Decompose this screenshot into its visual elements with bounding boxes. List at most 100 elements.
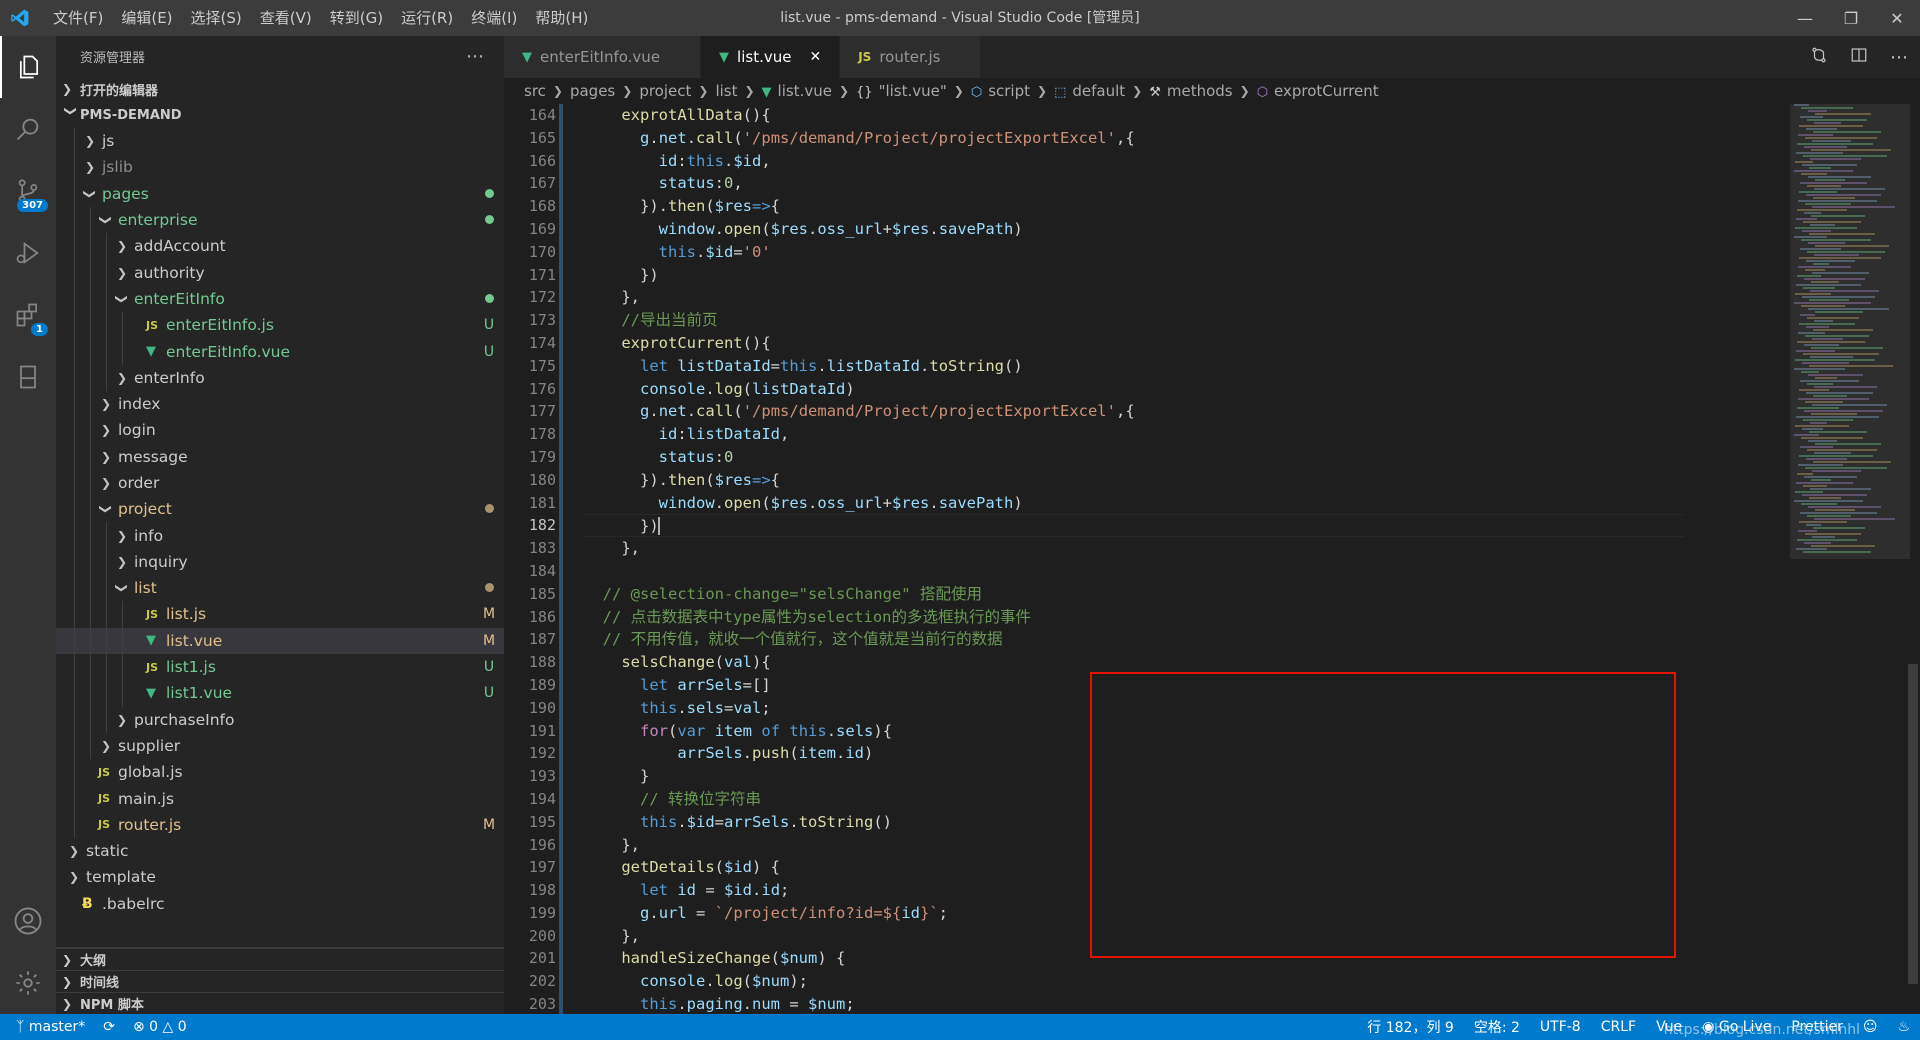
explorer-icon[interactable] — [0, 36, 56, 98]
split-editor-icon[interactable] — [1850, 46, 1868, 68]
code-line[interactable]: status:0, — [584, 172, 1684, 195]
code-line[interactable]: //导出当前页 — [584, 309, 1684, 332]
code-line[interactable]: // @selection-change="selsChange" 搭配使用 — [584, 583, 1684, 606]
extensions-icon[interactable]: 1 — [0, 284, 56, 346]
end-of-line[interactable]: CRLF — [1601, 1019, 1636, 1035]
breadcrumb-item[interactable]: ⬡ exprotCurrent — [1257, 82, 1379, 100]
maximize-button[interactable]: ❐ — [1828, 0, 1874, 36]
folder-item[interactable]: ❯ index — [56, 390, 504, 418]
cursor-position[interactable]: 行 182，列 9 — [1367, 1017, 1454, 1037]
folder-item[interactable]: ❯ purchaseInfo — [56, 706, 504, 733]
code-line[interactable]: this.paging.num = $num; — [584, 993, 1684, 1014]
code-line[interactable]: // 不用传值，就收一个值就行，这个值就是当前行的数据 — [584, 628, 1684, 651]
folder-item[interactable]: ❯ enterprise — [56, 206, 504, 234]
file-item[interactable]: JS list.js M — [56, 601, 504, 628]
settings-gear-icon[interactable] — [0, 952, 56, 1014]
code-line[interactable]: status:0 — [584, 446, 1684, 469]
menu-item[interactable]: 编辑(E) — [112, 0, 181, 36]
collapsed-section[interactable]: ❯ 时间线 — [56, 970, 504, 992]
folder-item[interactable]: ❯ supplier — [56, 732, 504, 760]
editor-tab[interactable]: ▼ enterEitInfo.vue — [504, 36, 702, 78]
encoding[interactable]: UTF-8 — [1540, 1019, 1581, 1035]
feedback-icon[interactable]: ☺ — [1863, 1019, 1878, 1035]
folder-item[interactable]: ❯ info — [56, 522, 504, 549]
code-line[interactable]: exprotCurrent(){ — [584, 332, 1684, 355]
breadcrumb-item[interactable]: ⬚ default — [1054, 82, 1125, 100]
editor-tab[interactable]: ▼ list.vue ✕ — [701, 36, 841, 78]
code-line[interactable]: id:listDataId, — [584, 423, 1684, 446]
folder-item[interactable]: ❯ js — [56, 128, 504, 155]
file-item[interactable]: JS router.js M — [56, 811, 504, 839]
source-control-icon[interactable]: 307 — [0, 160, 56, 222]
menu-item[interactable]: 文件(F) — [44, 0, 112, 36]
folder-item[interactable]: ❯ addAccount — [56, 233, 504, 260]
menu-item[interactable]: 转到(G) — [321, 0, 392, 36]
breadcrumb-item[interactable]: src — [524, 82, 546, 100]
code-line[interactable]: }).then($res=>{ — [584, 469, 1684, 492]
breadcrumb-item[interactable]: project — [639, 82, 691, 100]
code-line[interactable]: window.open($res.oss_url+$res.savePath) — [584, 492, 1684, 515]
code-line[interactable] — [584, 560, 1684, 583]
search-icon[interactable] — [0, 98, 56, 160]
menu-item[interactable]: 查看(V) — [251, 0, 321, 36]
breadcrumb-item[interactable]: ⬡ script — [971, 82, 1030, 100]
folder-item[interactable]: ❯ static — [56, 838, 504, 864]
code-line[interactable]: selsChange(val){ — [584, 651, 1684, 674]
file-item[interactable]: ▼ enterEitInfo.vue U — [56, 338, 504, 365]
minimize-button[interactable]: — — [1782, 0, 1828, 36]
file-item[interactable]: ▼ list1.vue U — [56, 680, 504, 707]
breadcrumb-item[interactable]: ⚒ methods — [1149, 82, 1232, 100]
breadcrumb-item[interactable]: {} "list.vue" — [856, 82, 947, 100]
code-line[interactable]: let listDataId=this.listDataId.toString(… — [584, 355, 1684, 378]
folder-item[interactable]: ❯ enterInfo — [56, 364, 504, 391]
run-debug-icon[interactable] — [0, 222, 56, 284]
code-line[interactable]: // 点击数据表中type属性为selection的多选框执行的事件 — [584, 606, 1684, 629]
code-line[interactable]: window.open($res.oss_url+$res.savePath) — [584, 218, 1684, 241]
folder-item[interactable]: ❯ login — [56, 417, 504, 444]
more-actions-icon[interactable]: ⋯ — [466, 46, 484, 67]
remote-explorer-icon[interactable] — [0, 346, 56, 408]
folder-item[interactable]: ❯ jslib — [56, 154, 504, 181]
code-line[interactable]: }) — [584, 264, 1684, 287]
file-item[interactable]: Ƀ .babelrc — [56, 891, 504, 917]
editor-tab[interactable]: JS router.js — [840, 36, 982, 78]
code-line[interactable]: }, — [584, 286, 1684, 309]
breadcrumb-item[interactable]: pages — [570, 82, 615, 100]
close-tab-icon[interactable]: ✕ — [809, 49, 821, 65]
sync-icon[interactable]: ⟳ — [103, 1019, 115, 1035]
folder-item[interactable]: ❯ project — [56, 496, 504, 523]
collapsed-section[interactable]: ❯ NPM 脚本 — [56, 992, 504, 1014]
code-line[interactable]: }).then($res=>{ — [584, 195, 1684, 218]
folder-item[interactable]: ❯ message — [56, 443, 504, 470]
open-editors-section[interactable]: ❯ 打开的编辑器 — [56, 76, 504, 102]
folder-item[interactable]: ❯ pages — [56, 180, 504, 207]
vertical-scrollbar[interactable] — [1906, 104, 1920, 1014]
close-window-button[interactable]: ✕ — [1874, 0, 1920, 36]
code-line[interactable]: console.log($num); — [584, 970, 1684, 993]
folder-item[interactable]: ❯ order — [56, 469, 504, 497]
code-line[interactable]: g.net.call('/pms/demand/Project/projectE… — [584, 400, 1684, 423]
code-line[interactable]: }) — [584, 514, 1684, 538]
notifications-bell-icon[interactable]: ♨ — [1897, 1019, 1910, 1035]
code-line[interactable]: g.net.call('/pms/demand/Project/projectE… — [584, 127, 1684, 150]
code-line[interactable]: exprotAllData(){ — [584, 104, 1684, 127]
folder-item[interactable]: ❯ list — [56, 575, 504, 602]
file-item[interactable]: ▼ list.vue M — [56, 627, 504, 654]
open-changes-icon[interactable] — [1810, 46, 1828, 68]
code-line[interactable]: this.$id='0' — [584, 241, 1684, 264]
folder-item[interactable]: ❯ template — [56, 864, 504, 890]
file-item[interactable]: JS global.js — [56, 759, 504, 786]
menu-item[interactable]: 帮助(H) — [526, 0, 597, 36]
menu-item[interactable]: 选择(S) — [182, 0, 251, 36]
more-actions-icon[interactable]: ⋯ — [1890, 47, 1908, 68]
code-line[interactable]: }, — [584, 537, 1684, 560]
breadcrumb-item[interactable]: list — [715, 82, 737, 100]
folder-item[interactable]: ❯ authority — [56, 259, 504, 286]
minimap[interactable] — [1790, 104, 1910, 1014]
indentation[interactable]: 空格: 2 — [1474, 1017, 1520, 1037]
file-item[interactable]: JS list1.js U — [56, 653, 504, 681]
folder-item[interactable]: ❯ inquiry — [56, 548, 504, 576]
account-icon[interactable] — [0, 890, 56, 952]
file-item[interactable]: JS enterEitInfo.js U — [56, 312, 504, 339]
folder-item[interactable]: ❯ enterEitInfo — [56, 285, 504, 313]
